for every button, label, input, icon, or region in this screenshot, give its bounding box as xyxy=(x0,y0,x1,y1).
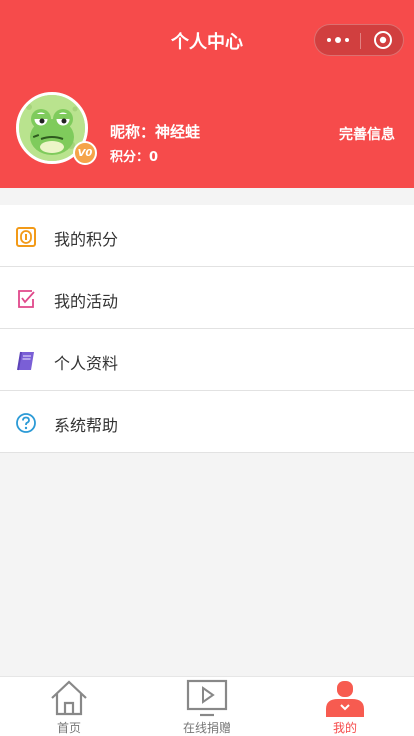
points-text: 积分：0 xyxy=(110,150,159,165)
user-icon xyxy=(324,679,366,721)
nickname-text: 昵称：神经蛙 xyxy=(110,123,201,141)
activity-check-icon xyxy=(15,288,37,310)
close-target-icon[interactable] xyxy=(361,25,405,55)
menu-item-label: 我的积分 xyxy=(54,230,119,249)
tab-mine[interactable]: 我的 xyxy=(276,677,414,736)
bottom-tab-bar: 首页 在线捐赠 我的 xyxy=(0,676,414,736)
more-options-icon[interactable] xyxy=(315,25,360,55)
tab-label: 首页 xyxy=(56,721,81,735)
menu-list: 我的积分 我的活动 个人资料 系统帮助 xyxy=(0,205,414,453)
tab-label: 在线捐赠 xyxy=(182,721,231,735)
tab-label: 我的 xyxy=(332,721,357,735)
help-question-icon xyxy=(15,412,37,434)
vip-level-badge: V0 xyxy=(73,141,97,165)
profile-header: 个人中心 V0 昵称：神经蛙 积分：0 完善信息 xyxy=(0,0,414,188)
menu-item-profile[interactable]: 个人资料 xyxy=(0,329,414,391)
donate-play-icon xyxy=(186,679,228,721)
menu-item-label: 系统帮助 xyxy=(54,416,119,435)
home-icon xyxy=(49,679,89,721)
menu-item-points[interactable]: 我的积分 xyxy=(0,205,414,267)
tab-home[interactable]: 首页 xyxy=(0,677,138,736)
edit-info-link[interactable]: 完善信息 xyxy=(339,124,395,144)
menu-item-activities[interactable]: 我的活动 xyxy=(0,267,414,329)
points-icon xyxy=(15,226,37,248)
profile-book-icon xyxy=(15,350,37,372)
mini-program-capsule xyxy=(314,24,404,56)
tab-donate[interactable]: 在线捐赠 xyxy=(138,677,276,736)
menu-item-label: 个人资料 xyxy=(54,354,119,373)
menu-item-help[interactable]: 系统帮助 xyxy=(0,391,414,453)
menu-item-label: 我的活动 xyxy=(54,292,119,311)
